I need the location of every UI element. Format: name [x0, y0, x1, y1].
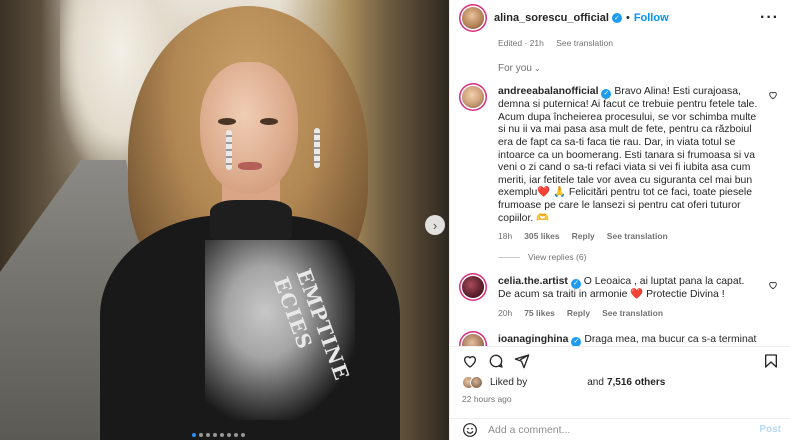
share-icon[interactable] — [514, 353, 530, 369]
comment-time: 18h — [498, 231, 513, 242]
comment-input[interactable] — [488, 423, 748, 436]
carousel-dot — [241, 433, 245, 437]
replies-divider — [498, 256, 520, 258]
carousel-dot — [206, 433, 210, 437]
for-you-label: For you — [498, 63, 532, 74]
comment-body: andreeabalanofficial ✓ Bravo Alina! Esti … — [498, 86, 758, 225]
liked-by-label: Liked by — [490, 377, 528, 388]
photo-earring-right — [314, 128, 320, 168]
commenter-avatar[interactable] — [462, 334, 484, 346]
photo-eye-left — [218, 118, 236, 125]
photo-eye-right — [260, 118, 278, 125]
comment-see-translation[interactable]: See translation — [607, 231, 668, 241]
heart-icon — [769, 281, 777, 290]
commenter-avatar[interactable] — [462, 86, 484, 108]
carousel-dot — [234, 433, 238, 437]
comment-item: andreeabalanofficial ✓ Bravo Alina! Esti … — [462, 86, 784, 241]
photo-turtleneck — [210, 200, 292, 240]
verified-icon: ✓ — [571, 337, 582, 346]
commenter-username[interactable]: celia.the.artist — [498, 276, 568, 287]
comment-icon[interactable] — [488, 353, 504, 369]
comment-footer: 18h 305 likes Reply See translation — [498, 231, 784, 241]
comment-see-translation[interactable]: See translation — [602, 308, 663, 318]
view-replies-label: View replies (6) — [528, 252, 587, 262]
header-separator: • — [625, 12, 630, 24]
comments-scroll[interactable]: Edited · 21h See translation For you ⌄ an… — [450, 36, 790, 346]
photo-earring-left — [226, 130, 232, 170]
comment-item: celia.the.artist ✓ O Leoaica , ai luptat … — [462, 276, 784, 318]
bookmark-icon[interactable] — [763, 353, 779, 369]
carousel-dot — [192, 433, 196, 437]
verified-icon: ✓ — [570, 279, 581, 290]
likes-and-label: and — [587, 377, 604, 388]
caption-see-translation[interactable]: See translation — [556, 38, 613, 48]
heart-icon — [769, 91, 777, 100]
comment-likes[interactable]: 75 likes — [524, 308, 555, 318]
photo-mouth — [238, 162, 262, 170]
liker-avatar[interactable] — [470, 376, 483, 389]
verified-icon: ✓ — [611, 13, 622, 23]
follow-button[interactable]: Follow — [634, 12, 669, 24]
carousel-dot — [227, 433, 231, 437]
heart-icon[interactable] — [462, 353, 478, 369]
post-actions — [450, 346, 790, 372]
caption-meta: Edited · 21h See translation — [498, 38, 613, 48]
verified-icon: ✓ — [601, 89, 612, 100]
commenter-avatar[interactable] — [462, 276, 484, 298]
view-replies-button[interactable]: View replies (6) — [498, 252, 586, 262]
author-avatar[interactable] — [462, 7, 484, 29]
chevron-down-icon: ⌄ — [533, 64, 541, 73]
comment-like-icon[interactable] — [768, 280, 778, 293]
likes-count[interactable]: 7,516 others — [607, 377, 665, 388]
commenter-username[interactable]: andreeabalanofficial — [498, 86, 598, 97]
comment-body: ioanaginghina ✓ Draga mea, ma bucur ca s-… — [498, 334, 758, 346]
likes-row: Liked by and 7,516 others — [462, 376, 665, 389]
caption-edited: Edited · 21h — [498, 38, 544, 48]
post-side-panel: alina_sorescu_official ✓ • Follow ··· Ed… — [449, 0, 790, 440]
post-comment-button[interactable]: Post — [759, 424, 781, 435]
post-header: alina_sorescu_official ✓ • Follow ··· — [450, 0, 790, 36]
carousel-dot — [213, 433, 217, 437]
carousel-next-button[interactable]: › — [425, 215, 445, 235]
post-time-ago: 22 hours ago — [462, 394, 512, 404]
carousel-dot — [199, 433, 203, 437]
comment-time: 20h — [498, 307, 513, 318]
comment-likes[interactable]: 305 likes — [524, 231, 559, 241]
comment-body: celia.the.artist ✓ O Leoaica , ai luptat … — [498, 276, 758, 302]
comment-text: Bravo Alina! Esti curajoasa, demna si pu… — [498, 86, 758, 224]
comment-reply-button[interactable]: Reply — [572, 231, 595, 241]
author-username[interactable]: alina_sorescu_official — [494, 12, 609, 24]
emoji-icon[interactable] — [462, 422, 478, 438]
carousel-dots — [192, 433, 245, 437]
for-you-filter[interactable]: For you ⌄ — [498, 63, 541, 74]
comment-footer: 20h 75 likes Reply See translation — [498, 308, 784, 318]
commenter-username[interactable]: ioanaginghina — [498, 334, 568, 345]
carousel-dot — [220, 433, 224, 437]
comment-like-icon[interactable] — [768, 90, 778, 103]
photo-face — [200, 62, 298, 194]
add-comment-bar: Post — [450, 418, 790, 440]
comment-reply-button[interactable]: Reply — [567, 308, 590, 318]
post-photo[interactable]: EMPTINE ECIES › — [0, 0, 449, 440]
chevron-right-icon: › — [432, 217, 438, 233]
more-icon[interactable]: ··· — [760, 9, 779, 27]
instagram-post-modal: EMPTINE ECIES › alina_sorescu_official ✓… — [0, 0, 790, 440]
comment-item: ioanaginghina ✓ Draga mea, ma bucur ca s-… — [462, 334, 784, 346]
